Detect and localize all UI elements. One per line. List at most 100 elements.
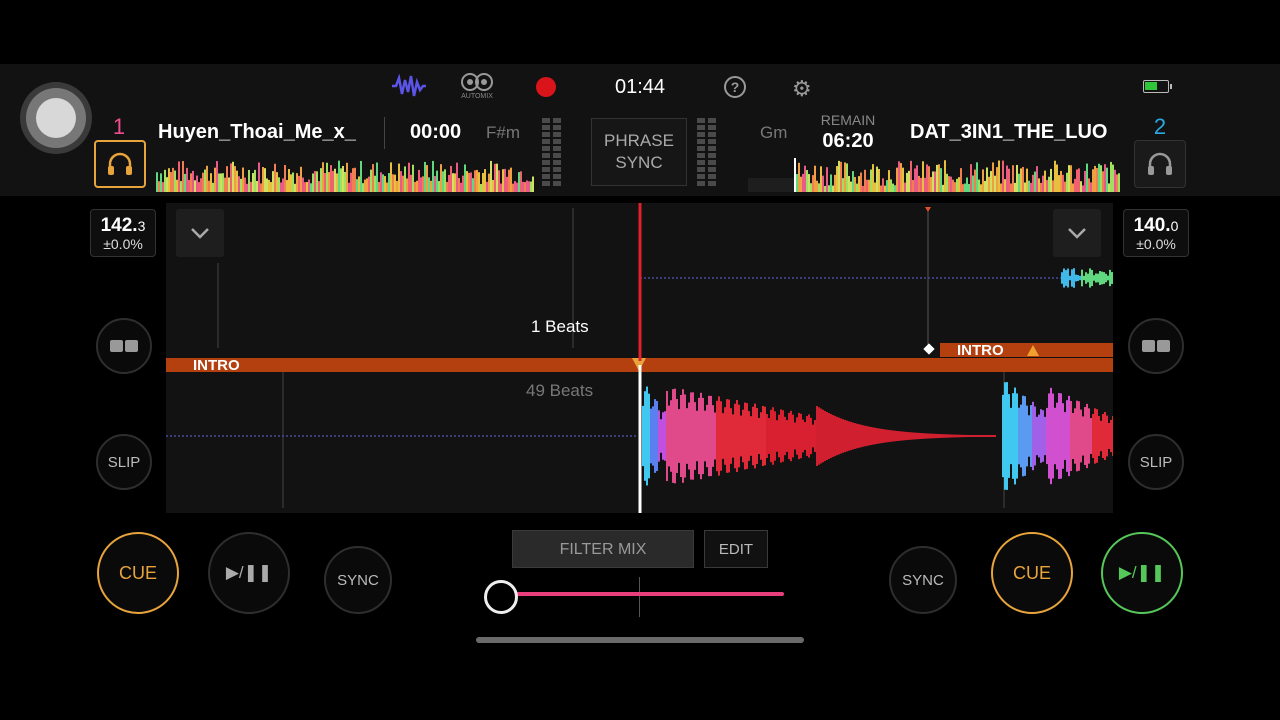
overview-bar xyxy=(254,169,256,192)
overview-bar xyxy=(818,183,820,192)
wave-bar xyxy=(722,413,724,459)
deck1-bpm-display[interactable]: 142.3 ±0.0% xyxy=(90,209,156,257)
wave-bar xyxy=(906,431,908,441)
deck2-pitch-adjust: ±0.0% xyxy=(1136,236,1176,252)
wave-bar xyxy=(808,414,810,458)
automix-label: AUTOMIX xyxy=(461,93,493,100)
wave-bar xyxy=(652,406,654,466)
chevron-down-icon xyxy=(191,228,209,239)
overview-bar xyxy=(314,171,316,192)
meter-segment xyxy=(708,125,716,130)
phrase-sync-button[interactable]: PHRASE SYNC xyxy=(591,118,687,186)
deck1-headphone-cue-button[interactable] xyxy=(94,140,146,188)
waveform-icon[interactable] xyxy=(391,74,427,98)
overview-bar xyxy=(246,183,248,192)
overview-bar xyxy=(978,179,980,192)
deck1-overview-waveform[interactable] xyxy=(156,158,534,192)
record-icon[interactable] xyxy=(536,77,556,97)
overview-bar xyxy=(1084,170,1086,192)
settings-icon[interactable]: ⚙ xyxy=(792,76,812,102)
overview-bar xyxy=(1054,160,1056,192)
home-indicator[interactable] xyxy=(476,637,804,643)
meter-segment xyxy=(542,174,550,179)
wave-bar xyxy=(848,421,850,451)
wave-bar xyxy=(696,410,698,462)
wave-bar xyxy=(744,402,746,470)
overview-bar xyxy=(346,162,348,192)
deck2-headphone-cue-button[interactable] xyxy=(1134,140,1186,188)
overview-bar xyxy=(450,165,452,192)
automix-icon[interactable] xyxy=(460,72,494,94)
wave-bar xyxy=(1080,409,1082,463)
wave-bar xyxy=(1018,407,1020,465)
help-icon[interactable]: ? xyxy=(724,76,746,98)
wave-bar xyxy=(1038,414,1040,458)
meter-segment xyxy=(697,139,705,144)
deck2-overview-waveform[interactable] xyxy=(748,158,1120,192)
overview-bar xyxy=(1098,163,1100,192)
deck1-layout-toggle-button[interactable] xyxy=(96,318,152,374)
wave-bar xyxy=(868,426,870,446)
zoomed-waveform[interactable]: INTRO INTRO xyxy=(166,203,1114,513)
wave-bar xyxy=(948,434,950,438)
main-waveform-panel[interactable]: INTRO INTRO xyxy=(166,203,1114,513)
deck2-collapse-button[interactable] xyxy=(1053,209,1101,257)
wave-bar xyxy=(642,405,644,467)
wave-bar xyxy=(740,415,742,457)
deck1-slip-button[interactable]: SLIP xyxy=(96,434,152,490)
overview-bar xyxy=(474,170,476,192)
overview-bar xyxy=(898,161,900,192)
wave-bar xyxy=(656,400,658,472)
wave-bar xyxy=(742,409,744,463)
filter-mix-button[interactable]: FILTER MIX xyxy=(512,530,694,568)
wave-bar xyxy=(1050,387,1052,485)
overview-bar xyxy=(860,172,862,192)
overview-bar xyxy=(854,177,856,192)
overview-bar xyxy=(454,173,456,192)
overview-bar xyxy=(526,180,528,192)
meter-segment xyxy=(553,181,561,186)
deck1-play-pause-button[interactable]: ▶/❚❚ xyxy=(208,532,290,614)
deck2-layout-toggle-button[interactable] xyxy=(1128,318,1184,374)
deck1-collapse-button[interactable] xyxy=(176,209,224,257)
deck2-play-pause-button[interactable]: ▶/❚❚ xyxy=(1101,532,1183,614)
overview-bar xyxy=(1002,160,1004,192)
overview-bar xyxy=(208,180,210,192)
wave-bar xyxy=(912,432,914,440)
deck2-slip-button[interactable]: SLIP xyxy=(1128,434,1184,490)
assistive-touch-button[interactable] xyxy=(26,88,86,148)
deck1-pitch-adjust: ±0.0% xyxy=(103,236,143,252)
deck1-sync-button[interactable]: SYNC xyxy=(324,546,392,614)
deck2-cue-button[interactable]: CUE xyxy=(991,532,1073,614)
wave-bar xyxy=(658,410,660,462)
deck2-bpm-display[interactable]: 140.0 ±0.0% xyxy=(1123,209,1189,257)
wave-bar xyxy=(1072,412,1074,460)
crossfader-track[interactable] xyxy=(500,592,784,596)
overview-bar xyxy=(896,167,898,192)
overview-bar xyxy=(1076,169,1078,192)
edit-button[interactable]: EDIT xyxy=(704,530,768,568)
wave-bar xyxy=(672,389,674,483)
overview-bar xyxy=(240,178,242,192)
overview-bar xyxy=(404,166,406,192)
wave-bar xyxy=(984,435,986,437)
wave-bar xyxy=(666,390,668,482)
overview-bar xyxy=(372,164,374,192)
wave-bar xyxy=(844,419,846,453)
overview-bar xyxy=(948,176,950,192)
overview-bar xyxy=(242,167,244,192)
wave-bar xyxy=(796,417,798,455)
overview-bar xyxy=(982,169,984,192)
overview-bar xyxy=(394,174,396,192)
wave-bar xyxy=(1100,420,1102,452)
deck1-cue-button[interactable]: CUE xyxy=(97,532,179,614)
meter-segment xyxy=(708,139,716,144)
wave-bar xyxy=(750,416,752,456)
overview-bar xyxy=(848,176,850,192)
deck2-sync-button[interactable]: SYNC xyxy=(889,546,957,614)
overview-bar xyxy=(802,173,804,192)
deck1-number: 1 xyxy=(112,114,126,139)
headphones-icon xyxy=(108,152,132,175)
crossfader-knob[interactable] xyxy=(484,580,518,614)
wave-bar xyxy=(1103,272,1105,284)
